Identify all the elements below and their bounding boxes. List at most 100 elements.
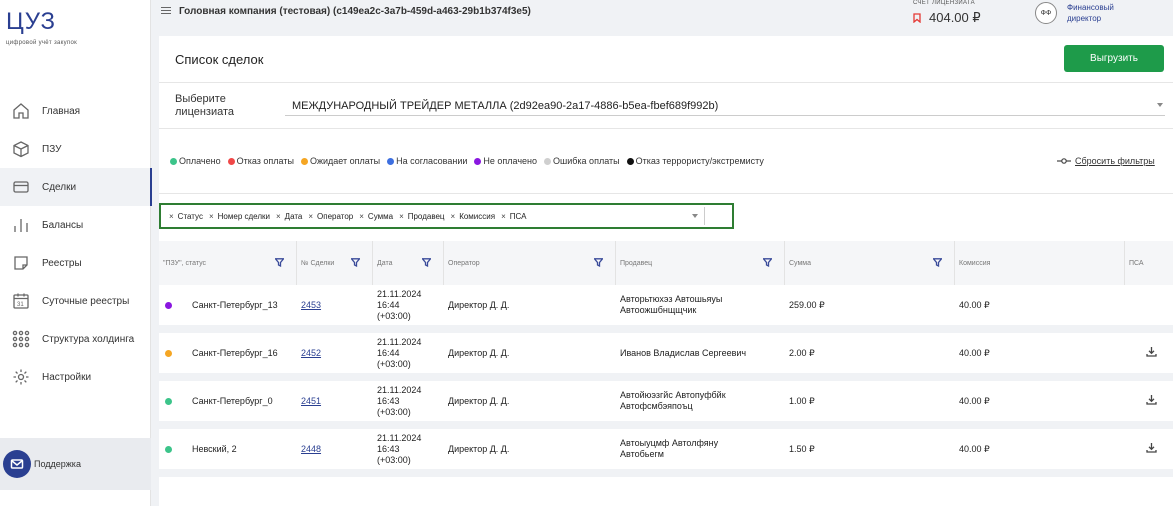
logo[interactable]: ЦУЗ цифровой учёт закупок: [6, 8, 77, 46]
user-role[interactable]: Финансовый директор: [1067, 2, 1137, 24]
legend-item[interactable]: Ошибка оплаты: [544, 156, 620, 166]
reset-filters-link[interactable]: Сбросить фильтры: [1057, 156, 1155, 166]
date-value: 21.11.2024 16:43 (+03:00): [377, 385, 421, 418]
sidebar-item-home[interactable]: Главная: [0, 92, 151, 130]
column-header-label: Дата: [377, 259, 393, 267]
sidebar-item-registries[interactable]: Реестры: [0, 244, 151, 282]
close-icon[interactable]: ×: [169, 212, 174, 221]
chevron-down-icon[interactable]: [692, 214, 698, 218]
date-line: 16:43: [377, 443, 400, 454]
licensee-select[interactable]: МЕЖДУНАРОДНЫЙ ТРЕЙДЕР МЕТАЛЛА (2d92ea90-…: [285, 96, 1165, 116]
legend-item[interactable]: Ожидает оплаты: [300, 156, 380, 166]
table-body: Санкт-Петербург_13 2453 21.11.2024 16:44 (+0…: [159, 285, 1173, 477]
sum-cell: 1.50 ₽: [789, 443, 815, 454]
operator-cell: Директор Д. Д.: [448, 395, 510, 406]
legend-item[interactable]: На согласовании: [387, 156, 467, 166]
close-icon[interactable]: ×: [209, 212, 214, 221]
date-cell: 21.11.2024 16:44 (+03:00): [373, 285, 444, 325]
close-icon[interactable]: ×: [308, 212, 313, 221]
download-icon[interactable]: [1145, 442, 1157, 456]
menu-icon[interactable]: [161, 7, 171, 16]
column-header: ПСА: [1125, 241, 1173, 285]
close-icon[interactable]: ×: [399, 212, 404, 221]
support-button[interactable]: [3, 450, 31, 478]
chevron-down-icon[interactable]: [1157, 103, 1163, 107]
commission-cell: 40.00 ₽: [959, 443, 990, 454]
sidebar-item-settings[interactable]: Настройки: [0, 358, 151, 396]
legend-item[interactable]: Отказ оплаты: [227, 156, 294, 166]
sidebar-item-holding-structure[interactable]: Структура холдинга: [0, 320, 151, 358]
deal-link[interactable]: 2453: [301, 300, 321, 311]
download-icon[interactable]: [1145, 346, 1157, 360]
date-value: 21.11.2024 16:43 (+03:00): [377, 433, 421, 466]
psa-cell: [1125, 429, 1173, 469]
filter-icon[interactable]: [932, 258, 943, 268]
column-header: Сумма: [785, 241, 955, 285]
sidebar-item-label: Настройки: [42, 371, 92, 383]
seller-name: Автоыуцмф Автолфяну Автобьегм: [620, 438, 719, 459]
column-chip-label: Статус: [177, 211, 203, 221]
close-icon[interactable]: ×: [501, 212, 506, 221]
filter-icon[interactable]: [762, 258, 773, 268]
close-icon[interactable]: ×: [276, 212, 281, 221]
column-header-label: ПСА: [1129, 259, 1144, 267]
column-chip-label: Продавец: [407, 211, 445, 221]
column-chip-label: Оператор: [317, 211, 354, 221]
sidebar-item-balances[interactable]: Балансы: [0, 206, 151, 244]
table-row[interactable]: Санкт-Петербург_16 2452 21.11.2024 16:44 (+0…: [159, 333, 1173, 381]
filter-icon[interactable]: [350, 258, 361, 268]
legend-item[interactable]: Не оплачено: [474, 156, 537, 166]
bars-icon: [12, 216, 30, 234]
seller-name: Иванов Владислав Сергеевич: [620, 347, 747, 358]
legend-item[interactable]: Оплачено: [170, 156, 221, 166]
export-button[interactable]: Выгрузить: [1064, 45, 1164, 72]
company-title: Головная компания (тестовая) (c149ea2c-3…: [179, 6, 531, 17]
seller-name: Авторьтюхэз Автошьяуы Автоожшбнщщчик: [620, 294, 723, 315]
date-line: (+03:00): [377, 454, 411, 465]
deal-link[interactable]: 2451: [301, 396, 321, 407]
filter-icon[interactable]: [593, 258, 604, 268]
legend-item[interactable]: Отказ террористу/экстремисту: [626, 156, 764, 166]
filter-icon[interactable]: [274, 258, 285, 268]
sidebar-item-pzu[interactable]: ПЗУ: [0, 130, 151, 168]
sum-cell: 1.00 ₽: [789, 395, 815, 406]
sidebar-item-label: Суточные реестры: [42, 295, 130, 307]
sidebar-item-deals[interactable]: Сделки: [0, 168, 152, 206]
close-icon[interactable]: ×: [451, 212, 456, 221]
support-panel[interactable]: Поддержка: [0, 438, 151, 490]
legend-label: Оплачено: [179, 156, 221, 166]
legend-label: Ошибка оплаты: [553, 156, 620, 166]
column-header-label: Комиссия: [959, 259, 991, 267]
divider: [159, 193, 1173, 194]
bookmark-icon: [913, 13, 921, 23]
seller-name: Автойюэзгйс Автопуфбйк Автофсмбэяпоъц: [620, 390, 726, 411]
licensee-label: Выберите лицензиата: [175, 93, 235, 118]
status-dot: [544, 157, 552, 165]
deal-link[interactable]: 2448: [301, 444, 321, 455]
sidebar-item-daily-registries[interactable]: 31 Суточные реестры: [0, 282, 151, 320]
commission-cell: 40.00 ₽: [959, 347, 990, 358]
table-row[interactable]: Санкт-Петербург_13 2453 21.11.2024 16:44 (+0…: [159, 285, 1173, 333]
column-select[interactable]: × Статус × Номер сделки × Дата × Оператор × Сумма…: [159, 203, 734, 229]
pzu-cell: Санкт-Петербург_13: [159, 285, 297, 325]
table-row[interactable]: Санкт-Петербург_0 2451 21.11.2024 16:43 (+03…: [159, 381, 1173, 429]
psa-cell: [1125, 333, 1173, 373]
sum-cell: 259.00 ₽: [789, 299, 825, 310]
date-line: 21.11.2024: [377, 384, 422, 395]
sidebar-nav: Главная ПЗУ Сделки Балансы Реестры 31 Су…: [0, 92, 152, 396]
status-dot: [165, 445, 172, 453]
column-chip: × Номер сделки: [209, 212, 270, 221]
avatar[interactable]: ФФ: [1035, 2, 1057, 24]
download-icon[interactable]: [1145, 394, 1157, 408]
column-chip: × Комиссия: [451, 212, 496, 221]
column-chip: × Дата: [276, 212, 302, 221]
pzu-cell: Невский, 2: [159, 429, 297, 469]
gear-icon: [12, 368, 30, 386]
sidebar-item-label: Структура холдинга: [42, 333, 135, 345]
close-icon[interactable]: ×: [359, 212, 364, 221]
deal-link[interactable]: 2452: [301, 348, 321, 359]
filter-icon[interactable]: [421, 258, 432, 268]
sidebar-item-label: Балансы: [42, 219, 84, 231]
table-row[interactable]: Невский, 2 2448 21.11.2024 16:43 (+03:00) Дир…: [159, 429, 1173, 477]
deal-cell: 2452: [297, 333, 373, 373]
